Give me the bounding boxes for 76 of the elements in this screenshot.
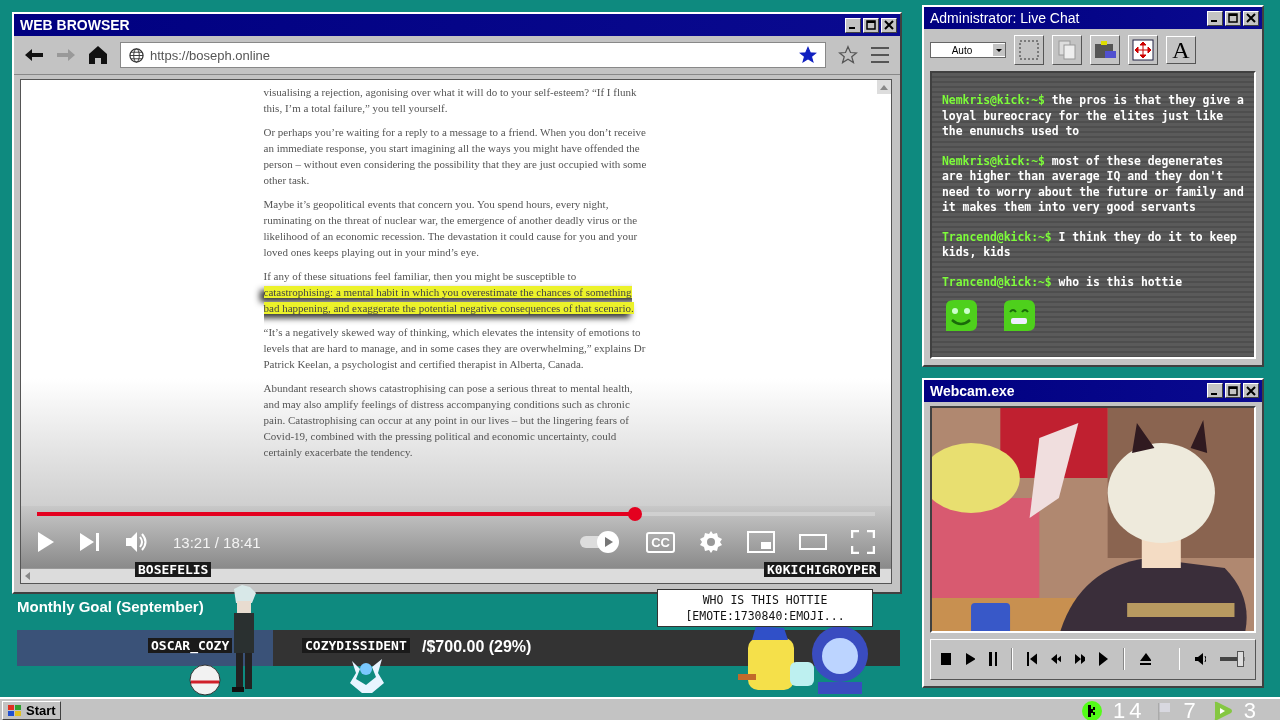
close-button[interactable] [1243, 10, 1259, 26]
chat-message: Nemkris@kick:~$ the pros is that they give a loyal bureocracy for the elites just like the enunuchs used to [942, 93, 1245, 140]
maximize-button[interactable] [1225, 383, 1241, 399]
article-paragraph: visualising a rejection, agonising over what it will do to your self-esteem? “If I flunk this, I’m a total failure,” you tell yourself. [263, 85, 638, 116]
rewind-icon[interactable] [1051, 654, 1062, 665]
start-button[interactable]: Start [2, 701, 61, 720]
next-icon[interactable] [1099, 652, 1110, 667]
chat-message: Trancend@kick:~$ who is this hottie [942, 274, 1184, 290]
font-size-dropdown[interactable]: Auto [930, 42, 1006, 58]
close-button[interactable] [881, 17, 897, 33]
article-paragraph: Or perhaps you’re waiting for a reply to a message to a friend. When you don’t receive an immediate response, you start imagining all the ways you might have offended the person – without even considering the possibility that they are just occupied with some other task. [263, 125, 648, 188]
play-icon[interactable] [965, 652, 975, 667]
move-button[interactable] [1128, 35, 1158, 65]
close-icon [884, 20, 894, 30]
scroll-up-icon[interactable] [877, 80, 891, 94]
miniplayer-icon[interactable] [747, 531, 775, 553]
kick-icon [1081, 699, 1103, 720]
article-paragraph: Abundant research shows catastrophising can pose a serious threat to mental health, and may also amplify feelings of distress accompanying conditions such as chronic pain. Catastrophising can occur at any point in our lives – but the lingering fears of Covid-19, combined with the pressing political and economic uncertainty, could certainly exacerbate the tendency. [263, 381, 634, 460]
fullscreen-icon[interactable] [851, 530, 875, 554]
speech-bubble: WHO IS THIS HOTTIE [EMOTE:1730840:EMOJI... [657, 589, 873, 627]
star-icon[interactable] [799, 46, 817, 64]
username-label: BOSEFELIS [135, 562, 212, 577]
maximize-button[interactable] [1225, 10, 1241, 26]
article-paragraph: If any of these situations feel familiar, then you might be susceptible to catastrophising: a mental habit in which you overestimate the chances of something bad happening, and exaggerate the potential negative consequences of that scenario. [263, 269, 635, 316]
paste-button[interactable] [1090, 35, 1120, 65]
username-label: OSCAR_COZY [148, 638, 233, 653]
close-button[interactable] [1243, 383, 1259, 399]
copy-button[interactable] [1052, 35, 1082, 65]
maximize-button[interactable] [863, 17, 879, 33]
maximize-icon [1228, 13, 1238, 23]
pause-icon[interactable] [988, 652, 998, 667]
close-icon [1246, 13, 1256, 23]
globe-icon [129, 47, 144, 63]
minimize-icon [848, 27, 855, 29]
article-paragraph: Maybe it’s geopolitical events that concern you. You spend hours, every night, ruminating on the threat of nuclear war, the emergence of another deadly virus or the likelihood of an economic recession. The devastation it could cause for you and your loved ones keeps playing out in your mind’s eye. [263, 197, 639, 260]
select-button[interactable] [1014, 35, 1044, 65]
username-label: COZYDISSIDENT [302, 638, 410, 653]
caret-icon [993, 44, 1005, 56]
previous-icon[interactable] [1027, 652, 1038, 667]
username-label: K0KICHIGROYPER [764, 562, 880, 577]
viewer-count: 3 [1243, 700, 1260, 720]
windows-logo-icon [7, 703, 23, 718]
eject-icon[interactable] [1138, 652, 1151, 667]
progress-handle[interactable] [628, 507, 643, 521]
star-icon[interactable] [838, 45, 858, 65]
goal-title: Monthly Goal (September) [17, 598, 204, 615]
minimize-button[interactable] [1207, 10, 1223, 26]
viewer-count: 7 [1183, 700, 1200, 720]
minimize-icon [1210, 392, 1217, 395]
article-paragraph: “It’s a negatively skewed way of thinking, which elevates the intensity of emotions to levels that are hard to manage, and in some cases they are overwhelming,” explains Dr Patrick Keelan, a psychologist and certified therapist in Alberta, Canada. [263, 325, 647, 372]
video-time: 13:21 / 18:41 [173, 533, 261, 551]
goal-amount: /$700.00 (29%) [422, 638, 532, 656]
minimize-button[interactable] [845, 17, 861, 33]
maximize-icon [866, 20, 876, 30]
stop-icon[interactable] [941, 653, 951, 666]
window-title: WEB BROWSER [20, 17, 130, 33]
window-title: Administrator: Live Chat [930, 10, 1080, 26]
volume-icon[interactable] [1194, 652, 1207, 667]
maximize-icon [1228, 385, 1238, 396]
minimize-icon [1210, 20, 1217, 22]
close-icon [1246, 385, 1256, 396]
ball-drawing [188, 664, 222, 696]
menu-icon[interactable] [870, 46, 890, 64]
theater-icon[interactable] [799, 534, 827, 550]
chat-message: Nemkris@kick:~$ most of these degenerates are higher than average IQ and they don't need to worry about the future or family and it makes them into very good servants [942, 153, 1245, 216]
viewer-count: 14 [1113, 700, 1146, 720]
home-icon[interactable] [88, 45, 108, 65]
window-title: Webcam.exe [930, 382, 1015, 399]
back-icon[interactable] [24, 48, 44, 62]
fast-forward-icon[interactable] [1075, 654, 1086, 665]
font-button[interactable]: A [1166, 36, 1196, 64]
minimize-button[interactable] [1207, 383, 1223, 399]
settings-icon[interactable] [699, 530, 723, 554]
address-bar[interactable]: https://boseph.online [120, 42, 826, 68]
volume-handle[interactable] [1237, 651, 1244, 668]
chat-message: Trancend@kick:~$ I think they do it to keep kids, kids [942, 229, 1238, 261]
